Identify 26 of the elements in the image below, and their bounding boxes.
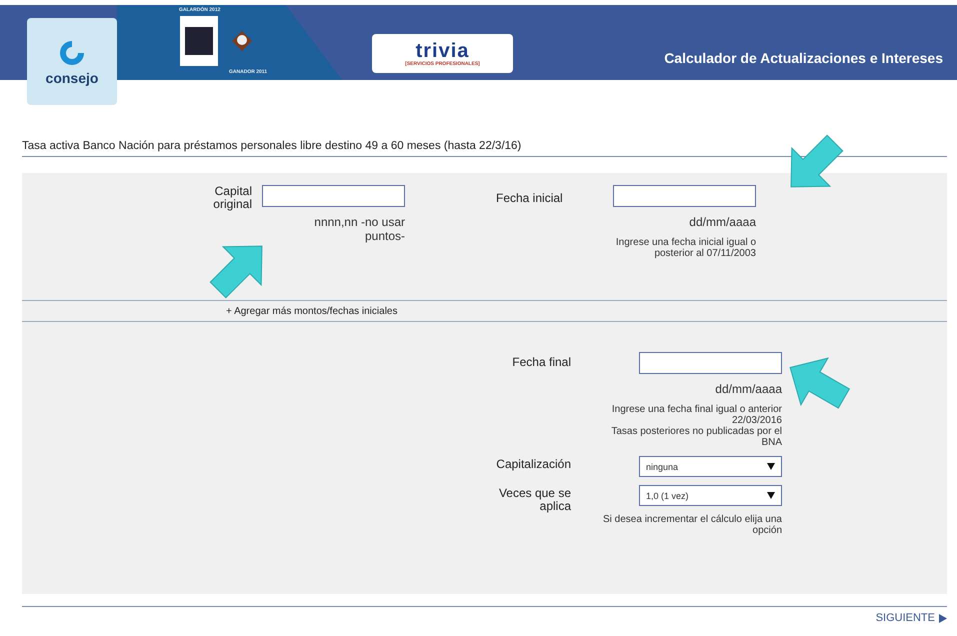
help-text: Si desea incrementar el cálculo elija una opción: [602, 514, 782, 536]
add-amounts-link[interactable]: + Agregar más montos/fechas iniciales: [226, 306, 398, 316]
help-text: Tasas posteriores no publicadas por el BNA: [610, 426, 782, 448]
field-label: Capital original: [212, 185, 253, 211]
help-text: Ingrese una fecha inicial igual o posterior al 07/11/2003: [614, 237, 756, 259]
next-link[interactable]: SIGUIENTE: [876, 612, 947, 624]
format-hint: dd/mm/aaaa: [689, 215, 756, 229]
format-hint: dd/mm/aaaa: [715, 382, 782, 396]
format-hint: nnnn,nn -no usar puntos-: [313, 215, 405, 243]
caret-icon: [767, 463, 775, 470]
caret-icon: [767, 492, 775, 499]
input-field[interactable]: [262, 185, 405, 207]
page-title: Calculador de Actualizaciones e Intereses: [664, 50, 943, 66]
certificate-icon: [179, 15, 219, 67]
dropdown[interactable]: 1,0 (1 vez): [639, 485, 782, 506]
logo-text: consejo: [46, 70, 98, 86]
brand-name: trivia: [416, 40, 470, 60]
help-text: Ingrese una fecha final igual o anterior 22/03/2016: [610, 404, 782, 426]
field-label: Capitalización: [495, 456, 572, 473]
field-label: Veces que se aplica: [498, 485, 572, 515]
play-icon: [939, 614, 947, 622]
input-field[interactable]: [639, 352, 782, 374]
input-field[interactable]: [613, 185, 756, 207]
field-label: Fecha final: [511, 354, 572, 371]
dropdown[interactable]: ninguna: [639, 456, 782, 477]
field-label: Fecha inicial: [496, 190, 564, 205]
